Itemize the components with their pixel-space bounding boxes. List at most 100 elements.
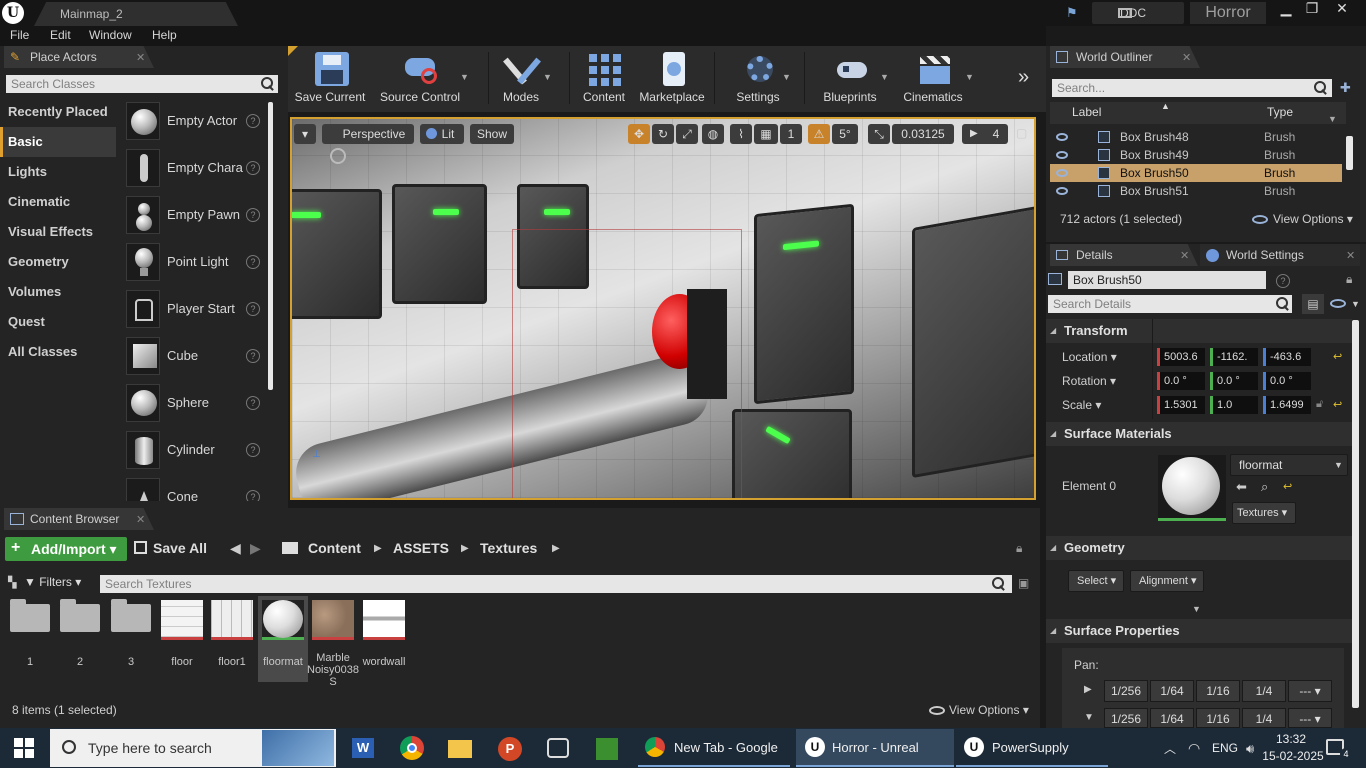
toolbar-more-icon[interactable]: » — [1018, 66, 1029, 89]
location-y-field[interactable]: -1162. — [1210, 348, 1258, 366]
surface-snap-icon[interactable]: ⌇ — [730, 124, 752, 144]
actor-cube[interactable]: Cube ? — [122, 335, 264, 379]
outliner-row-selected[interactable]: Box Brush50 Brush — [1050, 164, 1342, 182]
surface-materials-section-header[interactable]: Surface Materials — [1046, 422, 1352, 446]
clock-time[interactable]: 13:32 — [1266, 732, 1316, 746]
world-settings-close-icon[interactable]: ✕ — [1346, 249, 1355, 262]
history-back-icon[interactable]: ◀ — [230, 540, 241, 557]
grid-snap-icon[interactable]: ▦ — [754, 124, 778, 144]
speaker-icon[interactable]: 🔊︎ — [1246, 741, 1254, 757]
outliner-view-options-button[interactable]: View Options ▾ — [1273, 212, 1353, 226]
camera-speed-button[interactable]: 4 — [962, 124, 1008, 144]
pan-v-1-16-button[interactable]: 1/16 — [1196, 708, 1240, 728]
unreal-logo-icon[interactable]: U — [2, 2, 24, 24]
minecraft-icon[interactable] — [590, 732, 624, 764]
pan-u-1-64-button[interactable]: 1/64 — [1150, 680, 1194, 702]
visibility-eye-icon[interactable] — [1056, 169, 1068, 177]
breadcrumb-content[interactable]: Content — [308, 540, 361, 556]
actor-empty-character[interactable]: Empty Chara ? — [122, 147, 264, 191]
save-search-icon[interactable]: ▣ — [1018, 576, 1029, 590]
help-icon[interactable]: ? — [246, 396, 260, 410]
perspective-button[interactable]: Perspective — [322, 124, 414, 144]
property-matrix-icon[interactable]: ▤ — [1302, 294, 1324, 314]
maximize-viewport-icon[interactable]: ▢ — [1016, 126, 1027, 140]
reset-scale-icon[interactable]: ↩ — [1333, 398, 1342, 411]
browse-search-icon[interactable]: ⌕ — [1261, 479, 1268, 495]
level-viewport[interactable]: ⊥ — [290, 117, 1036, 500]
minimize-button[interactable]: ▁ — [1272, 0, 1300, 18]
lock-icon[interactable]: 🔒︎ — [1016, 541, 1022, 556]
menu-window[interactable]: Window — [89, 28, 132, 42]
alignment-button[interactable]: Alignment ▾ — [1130, 570, 1204, 592]
help-icon[interactable]: ? — [246, 349, 260, 363]
help-icon[interactable]: ? — [1276, 274, 1290, 288]
scale-snap-icon[interactable]: ⤡ — [868, 124, 890, 144]
rotation-y-field[interactable]: 0.0 ° — [1210, 372, 1258, 390]
reset-location-icon[interactable]: ↩ — [1333, 350, 1342, 363]
help-icon[interactable]: ? — [246, 255, 260, 269]
details-view-options-eye-icon[interactable] — [1330, 299, 1346, 308]
column-dropdown-icon[interactable]: ▼ — [1328, 114, 1337, 124]
place-actors-close-icon[interactable]: ✕ — [136, 51, 145, 64]
visibility-eye-icon[interactable] — [1056, 187, 1068, 195]
outliner-row[interactable]: Box Brush48 Brush — [1050, 128, 1342, 146]
chrome-icon[interactable] — [395, 732, 429, 764]
language-indicator[interactable]: ENG — [1212, 741, 1238, 755]
actor-cone[interactable]: Cone ? — [122, 476, 264, 501]
map-tab[interactable]: Mainmap_2 — [34, 2, 238, 26]
help-icon[interactable]: ? — [246, 161, 260, 175]
scale-x-field[interactable]: 1.5301 — [1157, 396, 1205, 414]
menu-edit[interactable]: Edit — [50, 28, 71, 42]
settings-dropdown-icon[interactable]: ▼ — [782, 72, 791, 82]
material-dropdown[interactable]: floormat — [1230, 454, 1348, 476]
location-label[interactable]: Location ▾ — [1062, 350, 1117, 364]
pan-u-1-256-button[interactable]: 1/256 — [1104, 680, 1148, 702]
pan-v-custom-dropdown[interactable]: --- ▾ — [1288, 708, 1332, 728]
details-view-options-dropdown-icon[interactable]: ▼ — [1351, 299, 1360, 309]
world-outliner-search-input[interactable]: Search... — [1052, 79, 1332, 97]
powerpoint-icon[interactable]: P — [493, 732, 527, 764]
blueprints-dropdown-icon[interactable]: ▼ — [880, 72, 889, 82]
clock-date[interactable]: 15-02-2025 — [1262, 749, 1324, 763]
pan-u-1-4-button[interactable]: 1/4 — [1242, 680, 1286, 702]
outliner-row[interactable]: Box Brush51 Brush — [1050, 182, 1342, 200]
content-button[interactable]: Content — [566, 50, 642, 110]
column-type-header[interactable]: Type — [1267, 105, 1293, 119]
use-selected-arrow-icon[interactable]: ⬅ — [1236, 479, 1247, 495]
save-current-button[interactable]: Save Current — [292, 50, 368, 110]
category-recently-placed[interactable]: Recently Placed — [0, 97, 116, 127]
wifi-icon[interactable]: ◠ — [1188, 740, 1200, 757]
category-quest[interactable]: Quest — [0, 307, 116, 337]
menu-help[interactable]: Help — [152, 28, 177, 42]
content-browser-close-icon[interactable]: ✕ — [136, 513, 145, 526]
scale-y-field[interactable]: 1.0 — [1210, 396, 1258, 414]
content-view-options-button[interactable]: View Options ▾ — [949, 703, 1029, 717]
rotation-snap-value[interactable]: 5° — [832, 124, 858, 144]
help-icon[interactable]: ? — [246, 443, 260, 457]
breadcrumb-assets[interactable]: ASSETS — [393, 540, 449, 556]
actor-point-light[interactable]: Point Light ? — [122, 241, 264, 285]
outliner-scrollbar[interactable] — [1346, 136, 1353, 170]
actor-empty-pawn[interactable]: Empty Pawn ? — [122, 194, 264, 238]
visibility-eye-icon[interactable] — [1056, 151, 1068, 159]
category-lights[interactable]: Lights — [0, 157, 116, 187]
rotation-x-field[interactable]: 0.0 ° — [1157, 372, 1205, 390]
column-label-header[interactable]: Label — [1072, 105, 1101, 119]
cinematics-dropdown-icon[interactable]: ▼ — [965, 72, 974, 82]
actor-sphere[interactable]: Sphere ? — [122, 382, 264, 426]
location-x-field[interactable]: 5003.6 — [1157, 348, 1205, 366]
help-icon[interactable]: ? — [246, 490, 260, 501]
rotation-snap-icon[interactable]: ⚠ — [808, 124, 830, 144]
restore-button[interactable]: ❐ — [1298, 0, 1326, 18]
rotate-mode-icon[interactable]: ↻ — [652, 124, 674, 144]
content-browser-tab[interactable]: Content Browser — [4, 508, 154, 530]
pan-u-custom-dropdown[interactable]: --- ▾ — [1288, 680, 1332, 702]
scale-mode-icon[interactable]: ⤢ — [676, 124, 698, 144]
blueprints-button[interactable]: Blueprints — [812, 50, 888, 110]
marketplace-button[interactable]: Marketplace — [634, 50, 710, 110]
place-actors-tab[interactable]: Place Actors — [4, 46, 154, 68]
details-scrollbar[interactable] — [1352, 320, 1359, 708]
notification-icon[interactable]: ⚑ — [1066, 5, 1082, 20]
pan-v-1-256-button[interactable]: 1/256 — [1104, 708, 1148, 728]
pan-v-1-64-button[interactable]: 1/64 — [1150, 708, 1194, 728]
